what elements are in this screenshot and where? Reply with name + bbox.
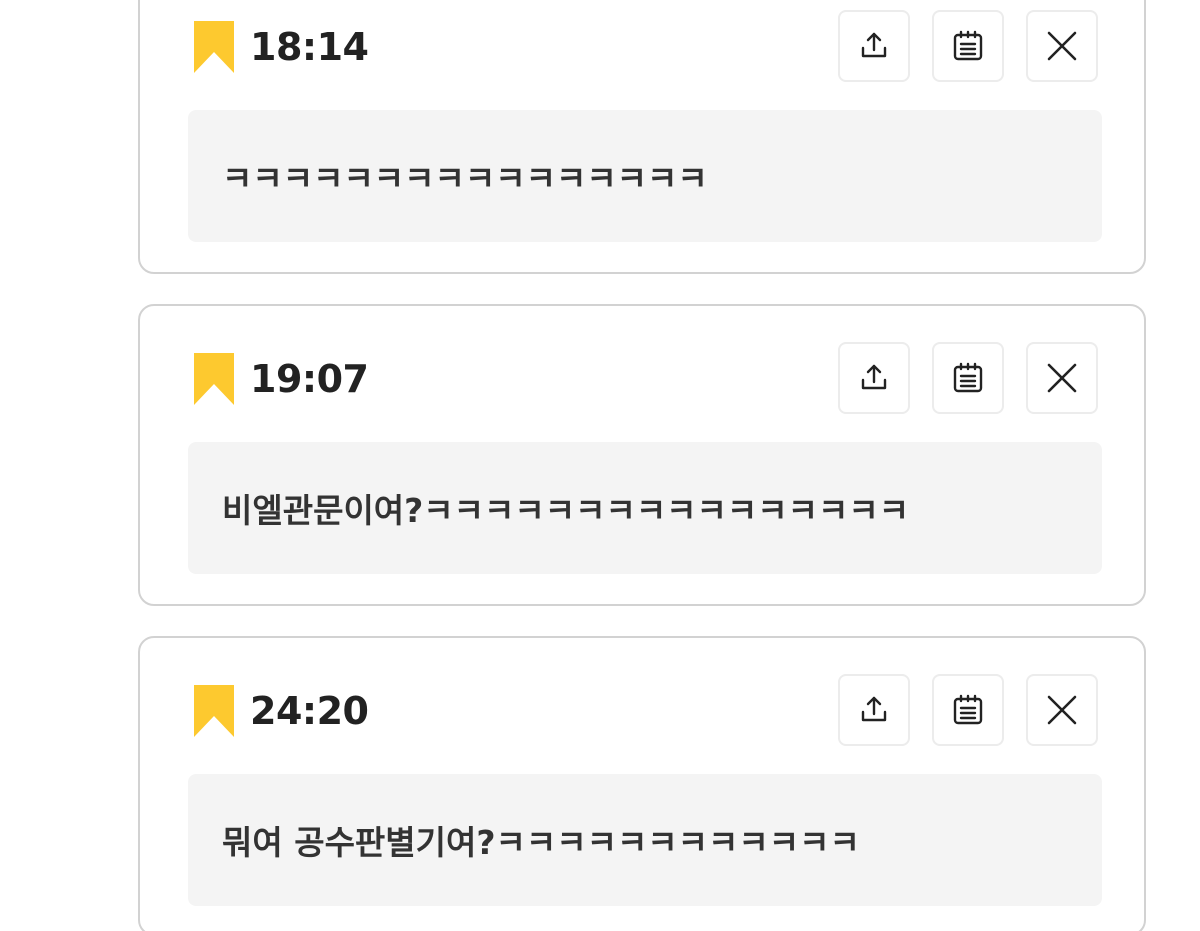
share-icon — [861, 32, 887, 58]
close-button[interactable] — [1026, 10, 1098, 82]
bookmark-time: 24:20 — [250, 689, 369, 733]
share-icon — [861, 696, 887, 722]
bookmark-icon — [194, 353, 234, 405]
notepad-icon — [953, 362, 983, 393]
close-icon — [1047, 363, 1077, 393]
close-icon — [1047, 695, 1077, 725]
close-button[interactable] — [1026, 674, 1098, 746]
bookmark-card-header: 24:20 — [140, 638, 1144, 746]
share-icon — [861, 364, 887, 390]
memo-button[interactable] — [932, 342, 1004, 414]
bookmark-time: 18:14 — [250, 25, 369, 69]
bookmark-message: ㅋㅋㅋㅋㅋㅋㅋㅋㅋㅋㅋㅋㅋㅋㅋㅋ — [188, 110, 1102, 242]
share-button[interactable] — [838, 10, 910, 82]
bookmark-card: 19:07 비엘관문이여?ㅋㅋㅋㅋㅋㅋㅋㅋㅋㅋㅋㅋㅋㅋㅋㅋ — [138, 304, 1146, 606]
bookmark-card-header: 19:07 — [140, 306, 1144, 414]
bookmark-card: 18:14 ㅋㅋㅋㅋㅋㅋㅋㅋㅋㅋㅋㅋㅋㅋㅋㅋ — [138, 0, 1146, 274]
bookmark-card: 24:20 뭐여 공수판별기여?ㅋㅋㅋㅋㅋㅋㅋㅋㅋㅋㅋㅋ — [138, 636, 1146, 931]
close-button[interactable] — [1026, 342, 1098, 414]
bookmark-time: 19:07 — [250, 357, 369, 401]
notepad-icon — [953, 30, 983, 61]
bookmark-message: 뭐여 공수판별기여?ㅋㅋㅋㅋㅋㅋㅋㅋㅋㅋㅋㅋ — [188, 774, 1102, 906]
close-icon — [1047, 31, 1077, 61]
bookmark-list: 18:14 ㅋㅋㅋㅋㅋㅋㅋㅋㅋㅋㅋㅋㅋㅋㅋㅋ 19:07 비엘관문이여?ㅋㅋㅋㅋ… — [0, 0, 1200, 931]
memo-button[interactable] — [932, 10, 1004, 82]
memo-button[interactable] — [932, 674, 1004, 746]
bookmark-icon — [194, 685, 234, 737]
notepad-icon — [953, 694, 983, 725]
share-button[interactable] — [838, 342, 910, 414]
share-button[interactable] — [838, 674, 910, 746]
bookmark-message: 비엘관문이여?ㅋㅋㅋㅋㅋㅋㅋㅋㅋㅋㅋㅋㅋㅋㅋㅋ — [188, 442, 1102, 574]
bookmark-card-header: 18:14 — [140, 0, 1144, 82]
bookmark-icon — [194, 21, 234, 73]
